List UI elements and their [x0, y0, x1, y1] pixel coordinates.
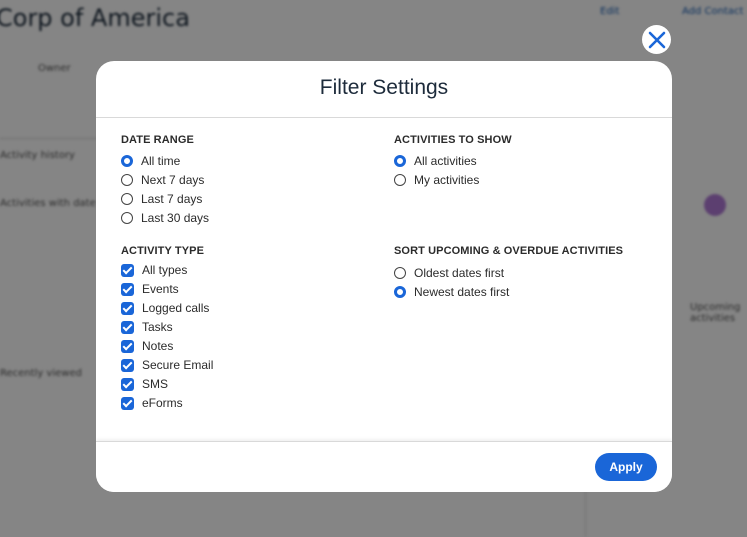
activities-option-all[interactable]: All activities [394, 153, 477, 169]
radio-icon[interactable] [121, 174, 133, 186]
option-label: SMS [142, 377, 169, 391]
activities-to-show-heading: ACTIVITIES TO SHOW [394, 134, 512, 146]
option-label: Tasks [142, 320, 173, 334]
activity-type-logged-calls[interactable]: Logged calls [121, 300, 209, 316]
checkbox-checked-icon[interactable] [121, 301, 134, 315]
checkbox-checked-icon[interactable] [121, 358, 134, 372]
activity-type-sms[interactable]: SMS [121, 376, 168, 392]
option-label: All types [142, 263, 188, 277]
option-label: Last 7 days [141, 192, 203, 206]
activity-type-all-types[interactable]: All types [121, 262, 187, 278]
activities-option-mine[interactable]: My activities [394, 172, 479, 188]
option-label: eForms [142, 396, 183, 410]
option-label: Newest dates first [414, 285, 510, 299]
sort-option-newest-first[interactable]: Newest dates first [394, 284, 509, 300]
date-range-option-all-time[interactable]: All time [121, 153, 180, 169]
dialog-footer [96, 441, 672, 492]
radio-icon[interactable] [394, 174, 406, 186]
option-label: All time [141, 154, 181, 168]
close-icon [648, 31, 665, 48]
checkbox-checked-icon[interactable] [121, 320, 134, 334]
activity-type-events[interactable]: Events [121, 281, 179, 297]
checkbox-checked-icon[interactable] [121, 282, 134, 296]
date-range-option-last-7-days[interactable]: Last 7 days [121, 191, 202, 207]
activity-type-tasks[interactable]: Tasks [121, 319, 173, 335]
date-range-option-last-30-days[interactable]: Last 30 days [121, 210, 209, 226]
option-label: Events [142, 282, 179, 296]
radio-selected-icon[interactable] [394, 155, 406, 167]
option-label: Next 7 days [141, 173, 205, 187]
option-label: Last 30 days [141, 211, 210, 225]
option-label: Secure Email [142, 358, 214, 372]
radio-selected-icon[interactable] [394, 286, 406, 298]
option-label: All activities [414, 154, 477, 168]
date-range-heading: DATE RANGE [121, 134, 194, 146]
checkbox-checked-icon[interactable] [121, 339, 134, 353]
activity-type-secure-email[interactable]: Secure Email [121, 357, 213, 373]
checkbox-checked-icon[interactable] [121, 263, 134, 277]
close-button[interactable] [642, 25, 671, 54]
option-label: Oldest dates first [414, 266, 505, 280]
header-divider [96, 117, 672, 118]
radio-icon[interactable] [121, 193, 133, 205]
option-label: Notes [142, 339, 174, 353]
radio-selected-icon[interactable] [121, 155, 133, 167]
radio-icon[interactable] [121, 212, 133, 224]
activity-type-heading: ACTIVITY TYPE [121, 245, 204, 257]
dialog-title: Filter Settings [319, 76, 449, 99]
activity-type-eforms[interactable]: eForms [121, 395, 183, 411]
apply-button[interactable]: Apply [595, 453, 657, 481]
checkbox-checked-icon[interactable] [121, 377, 134, 391]
filter-settings-dialog: Filter Settings DATE RANGE All time Next… [96, 61, 672, 492]
option-label: My activities [414, 173, 480, 187]
checkbox-checked-icon[interactable] [121, 396, 134, 410]
sort-option-oldest-first[interactable]: Oldest dates first [394, 265, 504, 281]
radio-icon[interactable] [394, 267, 406, 279]
date-range-option-next-7-days[interactable]: Next 7 days [121, 172, 204, 188]
sort-heading: SORT UPCOMING & OVERDUE ACTIVITIES [394, 245, 624, 257]
activity-type-notes[interactable]: Notes [121, 338, 173, 354]
option-label: Logged calls [142, 301, 210, 315]
